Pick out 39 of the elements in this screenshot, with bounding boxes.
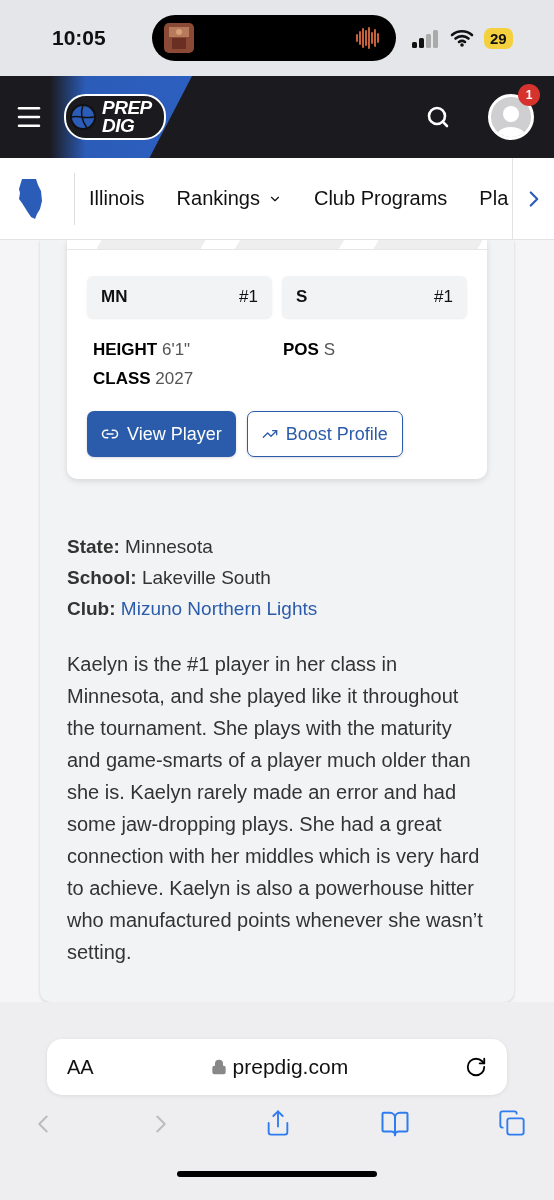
text-size-button[interactable]: AA [67,1055,94,1079]
detail-value: Lakeville South [141,567,271,588]
nav-link[interactable]: Pla [479,187,509,210]
lock-icon [210,1059,227,1075]
state-map-icon[interactable] [18,176,44,221]
detail-label: State: [67,536,120,557]
waveform-icon [356,27,382,49]
rank-value: #1 [434,287,453,307]
battery-level: 29 [484,27,513,49]
attribute-label: CLASS [93,369,151,388]
search-icon[interactable] [426,105,450,129]
nav-link[interactable]: Club Programs [313,187,448,210]
detail-label: Club: [67,598,116,619]
reload-icon[interactable] [465,1056,487,1078]
signal-icon [412,28,440,48]
attribute-value: S [323,340,335,359]
club-link[interactable]: Mizuno Northern Lights [120,598,318,619]
attribute-value: 6'1" [161,340,191,359]
clock: 10:05 [52,26,107,50]
url-text: prepdig.com [232,1055,349,1079]
wifi-icon [450,29,474,47]
tabs-icon[interactable] [498,1109,526,1137]
attribute-label: HEIGHT [93,340,158,359]
rank-label: MN [101,287,128,307]
notification-badge: 1 [518,84,540,106]
detail-label: School: [67,567,137,588]
nav-link[interactable]: Rankings [176,187,282,210]
bookmarks-icon[interactable] [380,1109,410,1139]
address-bar[interactable]: AA prepdig.com [47,1039,507,1095]
attribute-value: 2027 [155,369,194,388]
rank-value: #1 [239,287,258,307]
logo[interactable]: PREP DIG [64,94,166,140]
rank-label: S [296,287,308,307]
attribute-label: POS [283,340,319,359]
detail-value: Minnesota [125,536,213,557]
nav-link[interactable]: Illinois [89,187,145,210]
view-player-button[interactable]: View Player [87,411,236,457]
boost-profile-button[interactable]: Boost Profile [246,411,403,457]
player-description: Kaelyn is the #1 player in her class in Minnesota, and she played like it throughout the tournament. She plays with the maturity and game-smarts of a player much older than she is. Kaelyn rarely made an error and had some jaw-dropping plays. She had a great connection with her middles which is very hard to achieve. Kaelyn is also a powerhouse hitter who manufactured points whenever she wasn’t setting. [67,652,484,965]
